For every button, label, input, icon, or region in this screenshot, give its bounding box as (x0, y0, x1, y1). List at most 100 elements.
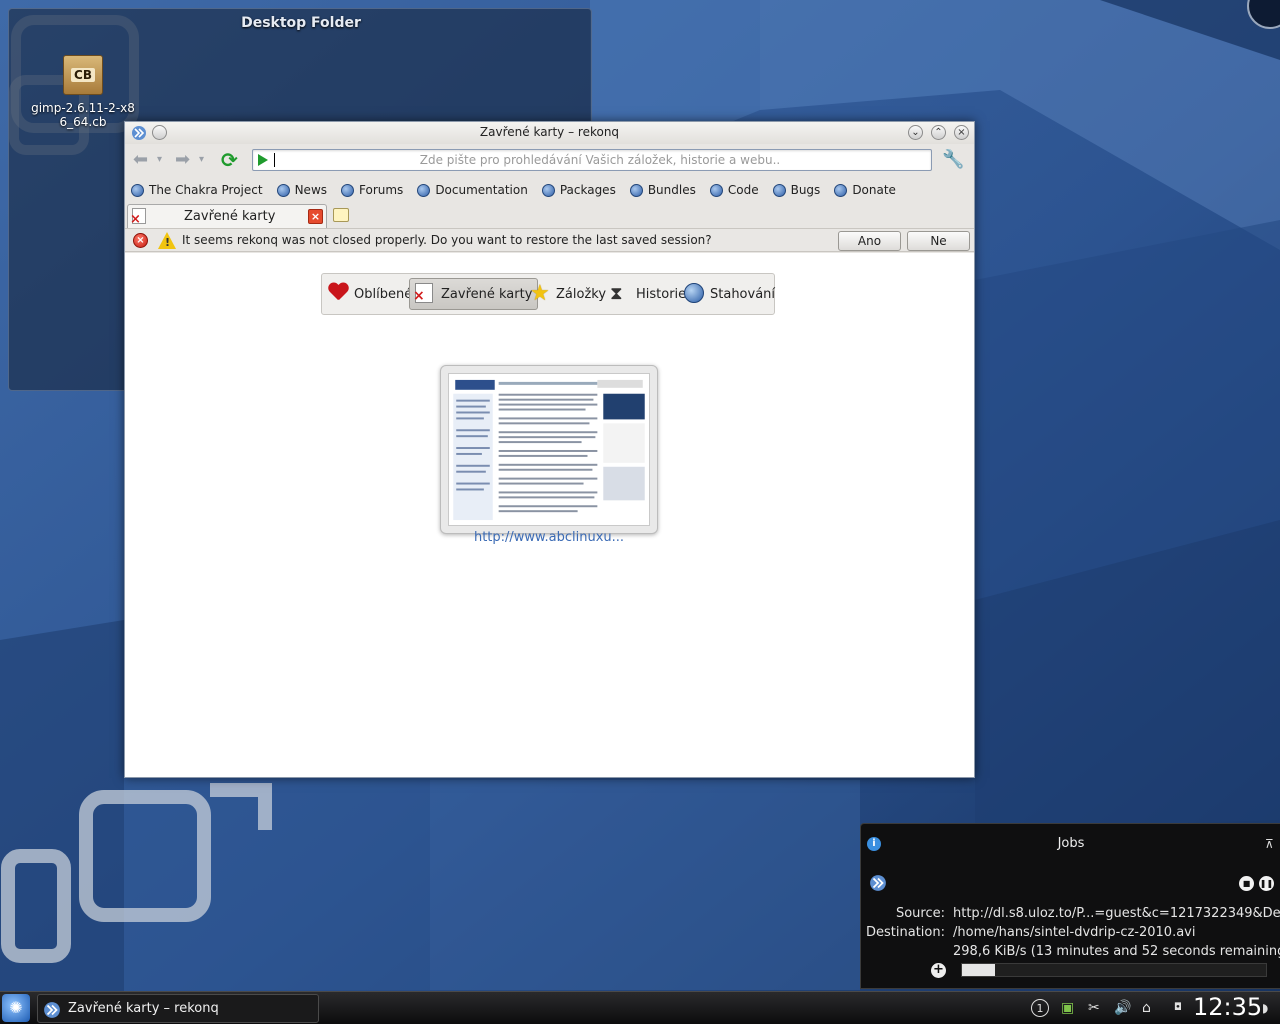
forward-icon[interactable]: ➡ (175, 150, 190, 170)
folder-title: Desktop Folder (241, 15, 361, 31)
bookmark-globe-icon (276, 183, 290, 197)
bookmark-globe-icon (629, 183, 643, 197)
rekonq-job-icon (870, 875, 886, 891)
forward-menu-chevron-icon[interactable]: ▾ (199, 150, 204, 170)
destination-label: Destination: (866, 925, 945, 940)
thumbnail-link[interactable]: http://www.abclinuxu... (440, 530, 658, 545)
restore-yes-button[interactable]: Ano (838, 231, 901, 251)
view-history[interactable]: ⧗ Historie (610, 278, 686, 310)
minimize-button[interactable]: ⌄ (908, 125, 923, 140)
reload-icon[interactable]: ⟳ (221, 150, 238, 170)
job-progress-fill (962, 964, 996, 976)
taskbar: ✺ Zavřené karty – rekonq 1 ▣ ✂ 🔊 ⌂ ◘ 12:… (0, 991, 1280, 1024)
pin-popup-icon[interactable]: ⊼ (1265, 837, 1274, 851)
bookmark-packages[interactable]: Packages (541, 180, 616, 200)
close-window-button[interactable]: × (954, 125, 969, 140)
bookmarks-toolbar: The Chakra Project News Forums Documentatio… (131, 180, 910, 200)
bookmark-label: Documentation (435, 183, 528, 197)
window-titlebar[interactable]: Zavřené karty – rekonq ⌄ ⌃ × (125, 122, 974, 144)
bookmark-documentation[interactable]: Documentation (417, 180, 528, 200)
warning-icon (158, 232, 176, 249)
bookmark-globe-icon (417, 183, 431, 197)
notification-text: It seems rekonq was not closed properly.… (182, 233, 712, 247)
hourglass-icon: ⧗ (610, 283, 623, 304)
bookmark-donate[interactable]: Donate (834, 180, 896, 200)
network-icon[interactable]: ⌂ (1142, 999, 1151, 1017)
job-count-badge[interactable]: 1 (1031, 999, 1049, 1017)
destination-value: /home/hans/sintel-dvdrip-cz-2010.avi (953, 925, 1196, 940)
view-favorites[interactable]: Oblíbené (328, 278, 412, 310)
closed-tabs-favicon (130, 208, 146, 227)
bookmark-bundles[interactable]: Bundles (629, 180, 696, 200)
bookmark-forums[interactable]: Forums (341, 180, 403, 200)
tray-expand-icon[interactable]: ◘ (1174, 999, 1182, 1017)
tools-menu-icon[interactable]: 🔧 (942, 150, 964, 170)
page-content: Oblíbené Zavřené karty ★ Záložky ⧗ Histo… (125, 253, 974, 777)
bookmark-bugs[interactable]: Bugs (772, 180, 821, 200)
jobs-title: Jobs (1057, 836, 1085, 851)
rekonq-task-icon (44, 1002, 60, 1018)
heart-icon (328, 283, 348, 301)
package-updates-icon[interactable]: ▣ (1061, 999, 1074, 1017)
desktop-file-icon[interactable]: CB gimp-2.6.11-2-x86_64.cb (31, 55, 135, 129)
source-value: http://dl.s8.uloz.to/P...=guest&c=121732… (953, 906, 1280, 921)
view-label: Oblíbené (354, 286, 413, 302)
star-icon: ★ (530, 281, 550, 306)
view-label: Historie (636, 286, 687, 302)
application-launcher-icon[interactable]: ✺ (2, 994, 30, 1022)
window-title: Zavřené karty – rekonq (479, 125, 620, 139)
desktop-file-label: gimp-2.6.11-2-x86_64.cb (31, 101, 135, 129)
view-bookmarks[interactable]: ★ Záložky (530, 278, 606, 310)
bookmark-label: News (294, 183, 328, 197)
tab-close-icon[interactable]: × (308, 209, 323, 224)
back-icon[interactable]: ⬅ (133, 150, 148, 170)
bookmark-label: Code (727, 183, 759, 197)
url-bar[interactable] (252, 149, 932, 171)
bookmark-globe-icon (341, 183, 355, 197)
new-tab-page-views: Oblíbené Zavřené karty ★ Záložky ⧗ Histo… (321, 273, 775, 315)
globe-icon (684, 283, 704, 303)
back-menu-chevron-icon[interactable]: ▾ (157, 150, 162, 170)
bookmark-label: Forums (359, 183, 404, 197)
pause-job-icon[interactable]: ❚❚ (1259, 876, 1274, 891)
url-input[interactable] (275, 151, 925, 169)
session-restore-bar: × It seems rekonq was not closed properl… (125, 228, 974, 252)
clock[interactable]: 12:35 (1193, 993, 1262, 1021)
job-progress-bar (961, 963, 1267, 977)
bookmark-globe-icon (772, 183, 786, 197)
jobs-popup: i Jobs ⊼ ■ ❚❚ Source: http://dl.s8.uloz.… (860, 823, 1280, 989)
volume-icon[interactable]: 🔊 (1114, 999, 1131, 1017)
tab-label: Zavřené karty (184, 209, 276, 224)
bookmark-news[interactable]: News (276, 180, 328, 200)
dismiss-notification-icon[interactable]: × (133, 233, 148, 248)
panel-toolbox-icon[interactable]: ◗ (1262, 999, 1268, 1017)
package-icon: CB (63, 55, 103, 95)
expand-details-icon[interactable]: + (931, 963, 946, 978)
go-arrow-icon[interactable] (258, 154, 268, 166)
bookmark-globe-icon (541, 183, 555, 197)
bookmark-label: Bugs (790, 183, 821, 197)
new-tab-icon[interactable] (333, 208, 349, 222)
tab-closed-tabs[interactable]: Zavřené karty × (127, 204, 327, 228)
clipboard-scissors-icon[interactable]: ✂ (1088, 999, 1100, 1017)
task-rekonq[interactable]: Zavřené karty – rekonq (37, 994, 319, 1023)
page-preview (448, 373, 650, 526)
view-label: Záložky (556, 286, 607, 302)
bookmark-the-chakra-project[interactable]: The Chakra Project (131, 180, 263, 200)
bookmark-code[interactable]: Code (709, 180, 759, 200)
closed-tabs-icon (413, 283, 433, 304)
view-downloads[interactable]: Stahování (684, 278, 775, 310)
bookmark-globe-icon (709, 183, 723, 197)
bookmark-globe-icon (131, 183, 144, 197)
rekonq-window: Zavřené karty – rekonq ⌄ ⌃ × ⬅ ▾ ➡ ▾ ⟳ 🔧… (124, 121, 975, 778)
restore-no-button[interactable]: Ne (907, 231, 970, 251)
bookmark-label: Bundles (647, 183, 696, 197)
source-label: Source: (895, 906, 945, 921)
closed-tab-thumbnail[interactable] (440, 365, 658, 534)
view-closed-tabs[interactable]: Zavřené karty (409, 278, 539, 310)
transfer-speed: 298,6 KiB/s (13 minutes and 52 seconds r… (953, 944, 1280, 959)
stop-job-icon[interactable]: ■ (1239, 876, 1254, 891)
bookmark-label: Packages (559, 183, 616, 197)
maximize-button[interactable]: ⌃ (931, 125, 946, 140)
task-label: Zavřené karty – rekonq (68, 1001, 219, 1016)
